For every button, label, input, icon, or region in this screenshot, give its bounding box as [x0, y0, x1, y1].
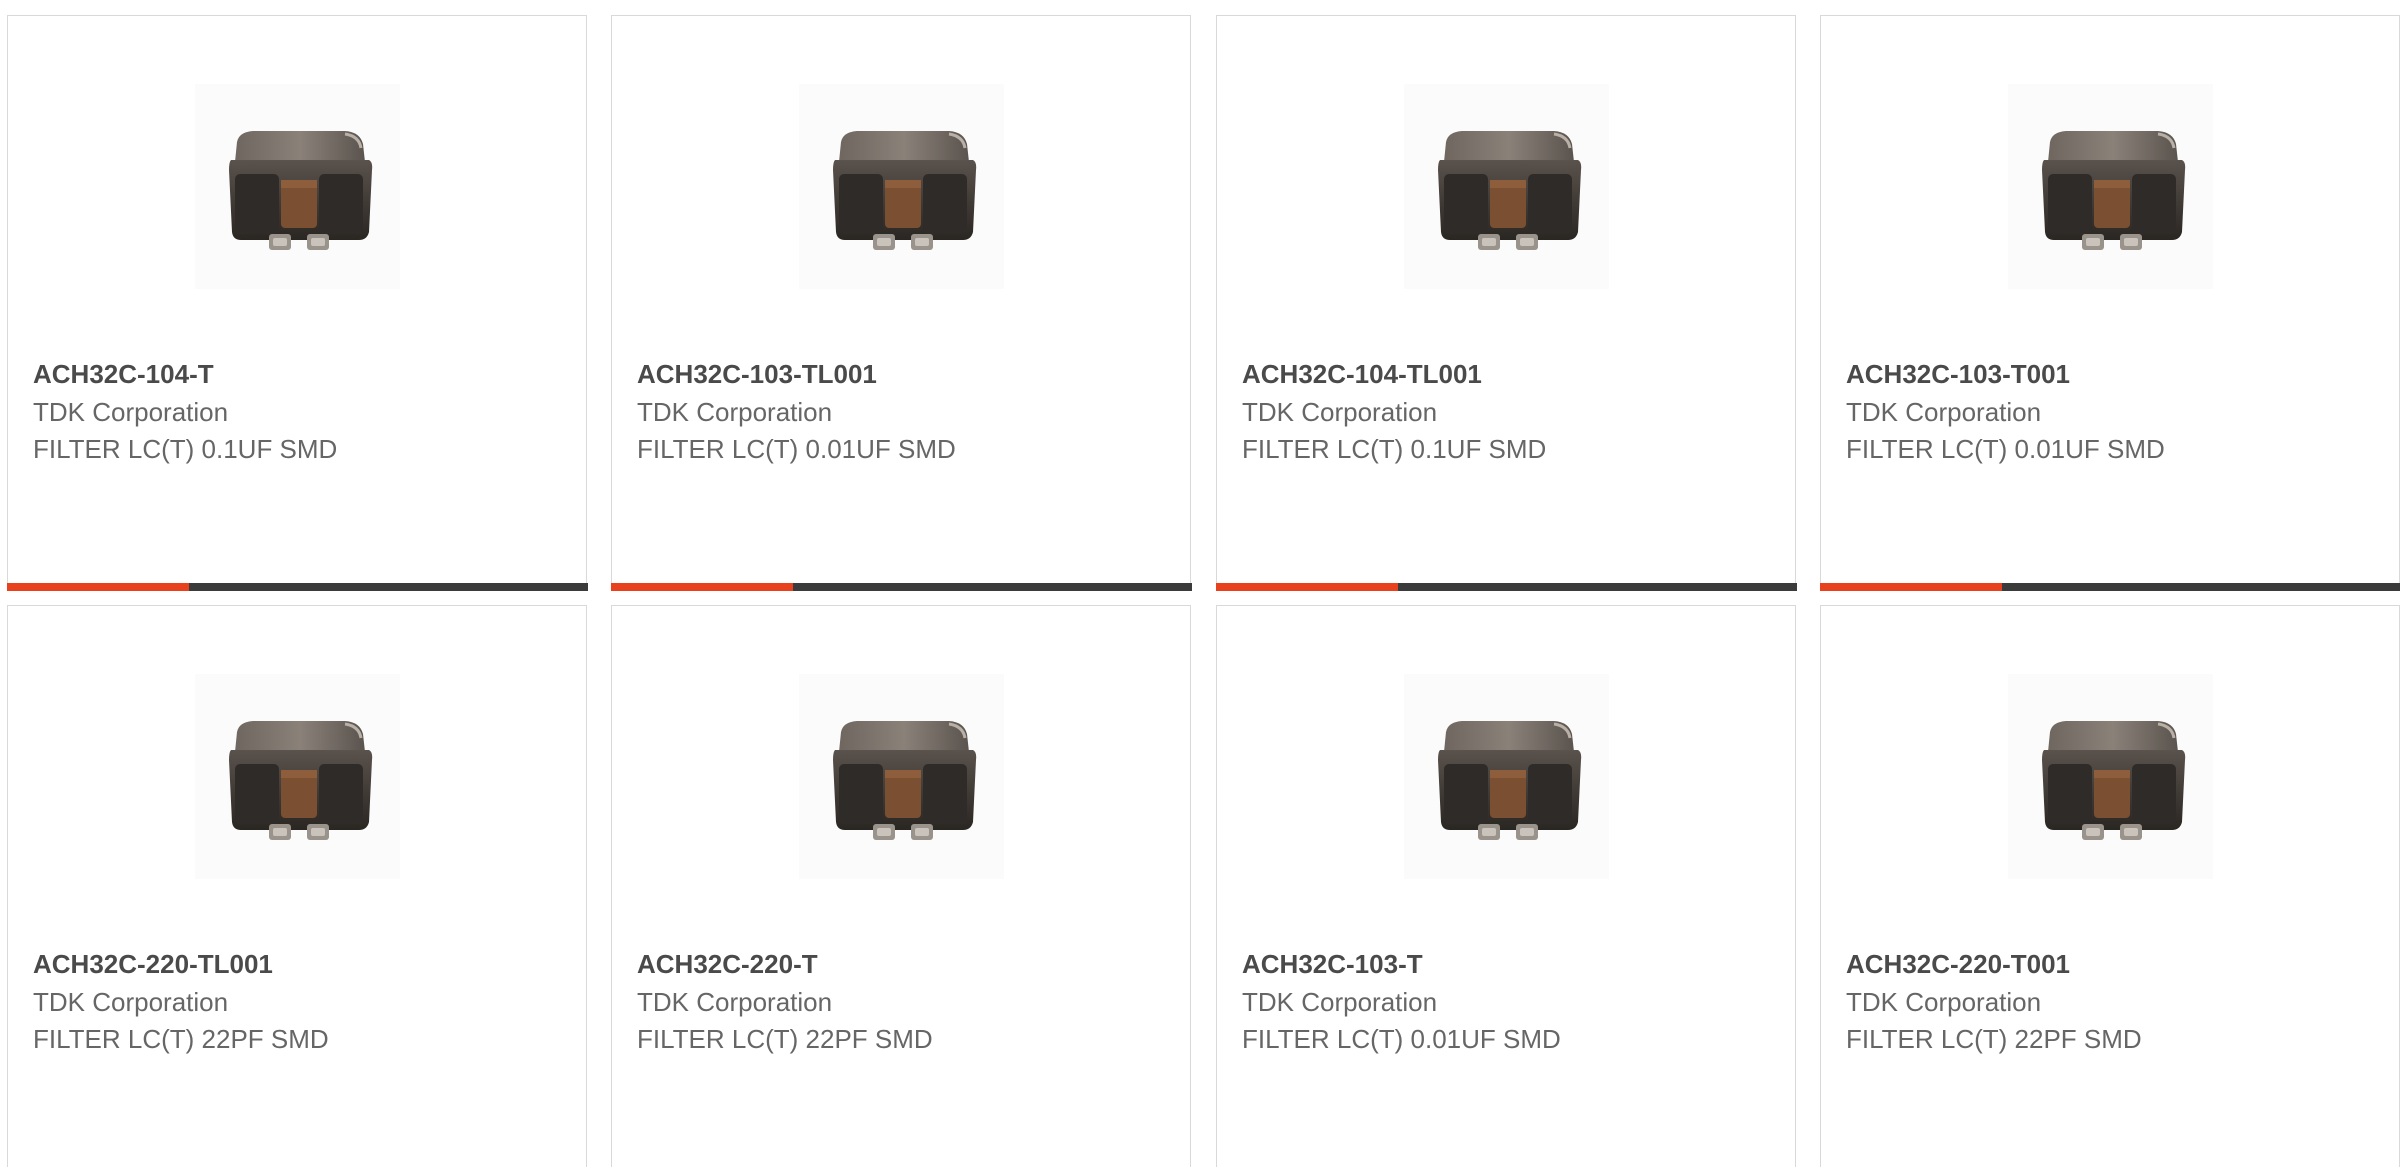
product-card[interactable]: ACH32C-104-T TDK Corporation FILTER LC(T… [6, 15, 588, 591]
product-manufacturer: TDK Corporation [1846, 397, 2042, 427]
lc-filter-chip-image [1404, 674, 1609, 879]
lc-filter-chip-image [195, 84, 400, 289]
product-image[interactable] [2008, 674, 2213, 879]
product-description: FILTER LC(T) 22PF SMD [33, 1024, 329, 1054]
product-manufacturer: TDK Corporation [637, 397, 833, 427]
product-image[interactable] [799, 84, 1004, 289]
lc-filter-chip-image [2008, 674, 2213, 879]
lc-filter-chip-image [195, 674, 400, 879]
product-part-number[interactable]: ACH32C-220-T001 [1846, 949, 2070, 980]
product-description: FILTER LC(T) 22PF SMD [1846, 1024, 2142, 1054]
card-accent-bar [6, 582, 588, 591]
product-part-number[interactable]: ACH32C-104-T [33, 359, 214, 390]
product-manufacturer: TDK Corporation [1242, 397, 1438, 427]
product-card[interactable]: ACH32C-103-TL001 TDK Corporation FILTER … [610, 15, 1192, 591]
product-part-number[interactable]: ACH32C-103-T [1242, 949, 1423, 980]
product-manufacturer: TDK Corporation [33, 397, 229, 427]
card-accent-bar-highlight [1215, 582, 1398, 591]
product-manufacturer: TDK Corporation [33, 987, 229, 1017]
product-card[interactable]: ACH32C-103-T001 TDK Corporation FILTER L… [1819, 15, 2400, 591]
product-image[interactable] [2008, 84, 2213, 289]
product-description: FILTER LC(T) 0.1UF SMD [33, 434, 338, 464]
product-manufacturer: TDK Corporation [1242, 987, 1438, 1017]
card-accent-bar [610, 582, 1192, 591]
product-card[interactable]: ACH32C-103-T TDK Corporation FILTER LC(T… [1216, 605, 1796, 1167]
lc-filter-chip-image [799, 84, 1004, 289]
product-card[interactable]: ACH32C-220-T TDK Corporation FILTER LC(T… [611, 605, 1191, 1167]
product-grid: ACH32C-104-T TDK Corporation FILTER LC(T… [0, 0, 2400, 1167]
product-description: FILTER LC(T) 0.01UF SMD [1846, 434, 2165, 464]
card-accent-bar-highlight [610, 582, 793, 591]
product-description: FILTER LC(T) 0.01UF SMD [637, 434, 956, 464]
product-image[interactable] [1404, 84, 1609, 289]
product-part-number[interactable]: ACH32C-103-T001 [1846, 359, 2070, 390]
product-image[interactable] [1404, 674, 1609, 879]
lc-filter-chip-image [2008, 84, 2213, 289]
product-card[interactable]: ACH32C-220-T001 TDK Corporation FILTER L… [1820, 605, 2400, 1167]
product-part-number[interactable]: ACH32C-220-T [637, 949, 818, 980]
lc-filter-chip-image [1404, 84, 1609, 289]
product-image[interactable] [195, 674, 400, 879]
product-part-number[interactable]: ACH32C-104-TL001 [1242, 359, 1482, 390]
product-description: FILTER LC(T) 0.01UF SMD [1242, 1024, 1561, 1054]
lc-filter-chip-image [799, 674, 1004, 879]
product-manufacturer: TDK Corporation [637, 987, 833, 1017]
product-part-number[interactable]: ACH32C-220-TL001 [33, 949, 273, 980]
product-description: FILTER LC(T) 0.1UF SMD [1242, 434, 1547, 464]
product-image[interactable] [799, 674, 1004, 879]
product-part-number[interactable]: ACH32C-103-TL001 [637, 359, 877, 390]
card-accent-bar [1819, 582, 2400, 591]
product-manufacturer: TDK Corporation [1846, 987, 2042, 1017]
card-accent-bar-highlight [1819, 582, 2002, 591]
product-description: FILTER LC(T) 22PF SMD [637, 1024, 933, 1054]
product-card[interactable]: ACH32C-220-TL001 TDK Corporation FILTER … [7, 605, 587, 1167]
product-image[interactable] [195, 84, 400, 289]
card-accent-bar-highlight [6, 582, 189, 591]
product-card[interactable]: ACH32C-104-TL001 TDK Corporation FILTER … [1215, 15, 1797, 591]
card-accent-bar [1215, 582, 1797, 591]
